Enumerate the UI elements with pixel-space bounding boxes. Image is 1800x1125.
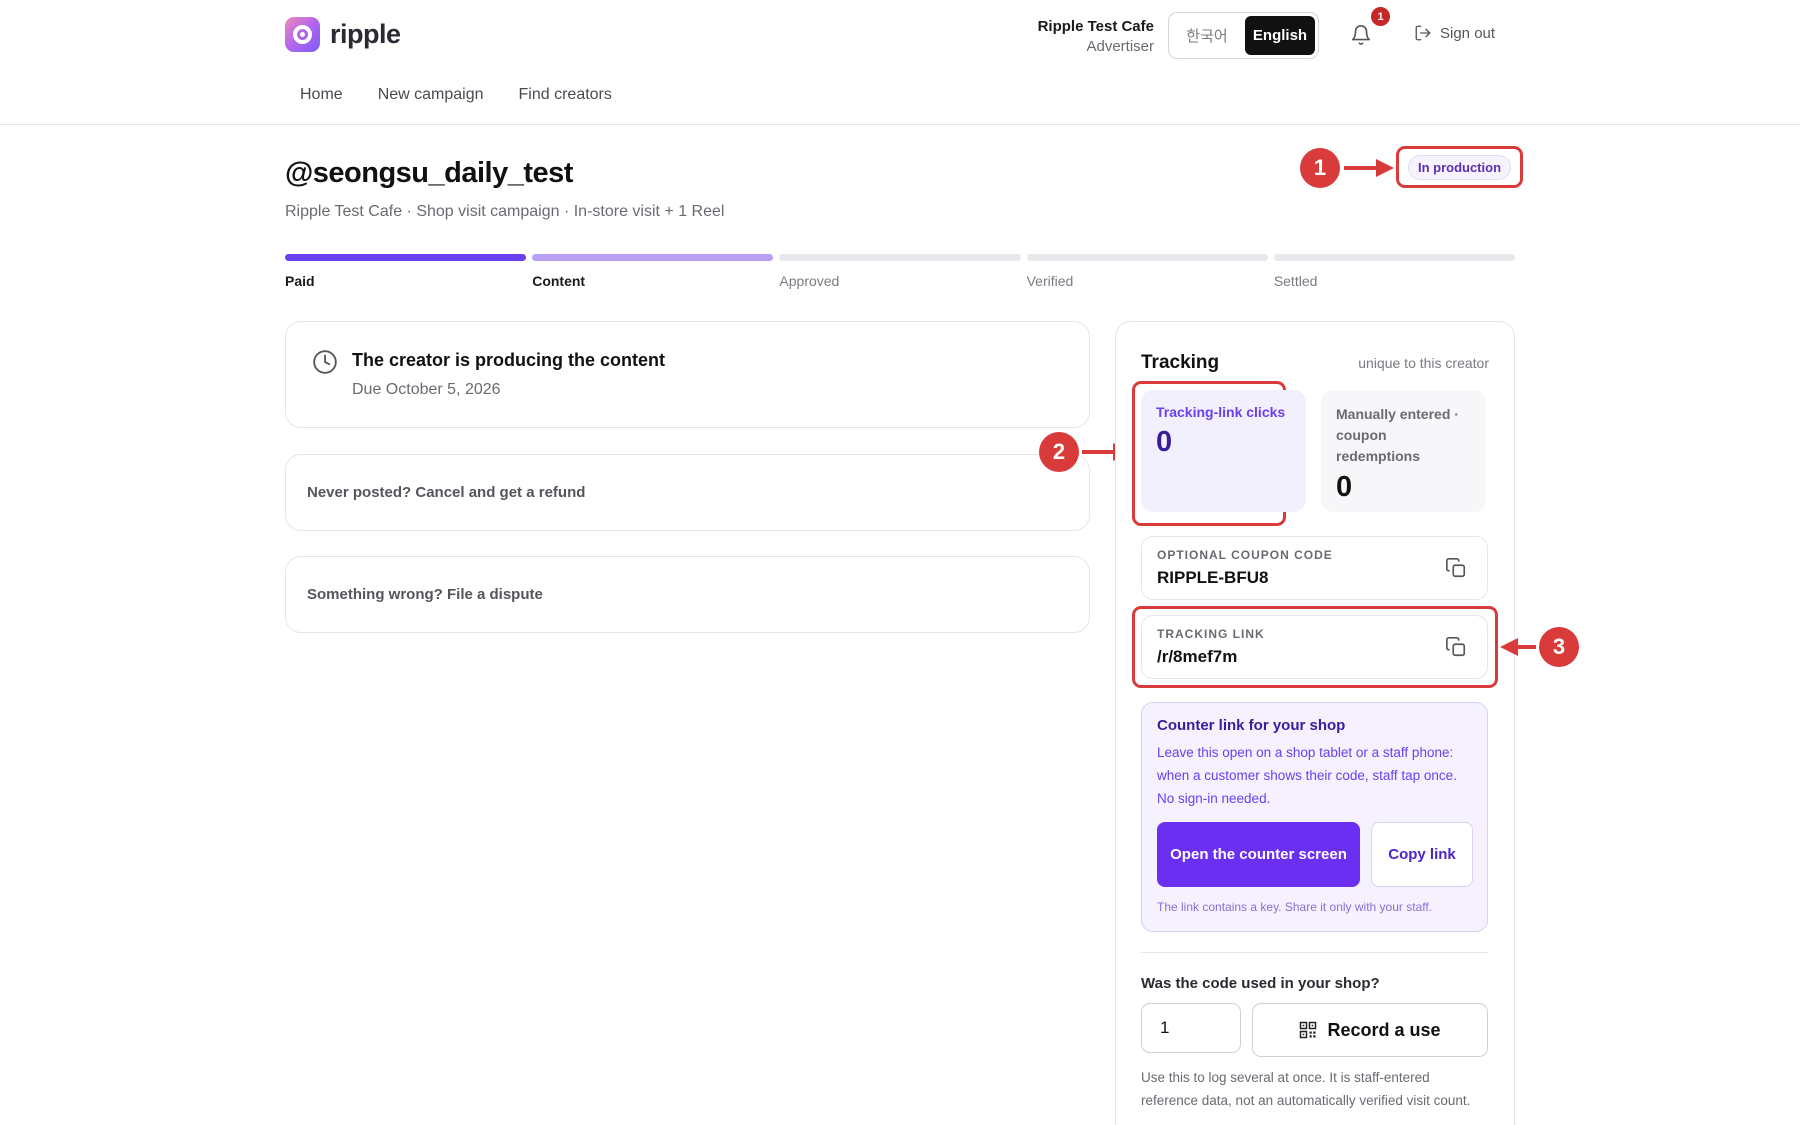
account-name: Ripple Test Cafe	[1037, 18, 1154, 35]
open-counter-screen-button[interactable]: Open the counter screen	[1157, 822, 1360, 887]
status-badge: In production	[1407, 154, 1512, 180]
main-nav: Home New campaign Find creators	[300, 86, 612, 104]
progress-step-verified: Verified	[1026, 254, 1268, 289]
nav-find-creators[interactable]: Find creators	[519, 86, 612, 104]
copy-link-button[interactable]: Copy link	[1371, 822, 1473, 887]
clicks-value: 0	[1156, 426, 1173, 458]
language-korean[interactable]: 한국어	[1172, 16, 1242, 55]
coupon-redemptions-label: Manually entered · coupon redemptions	[1336, 406, 1459, 464]
coupon-redemptions-value: 0	[1336, 471, 1353, 503]
tracking-panel: Tracking unique to this creator Tracking…	[1115, 321, 1515, 1125]
language-switcher: 한국어 English	[1168, 12, 1319, 59]
sign-out-button[interactable]: Sign out	[1414, 24, 1495, 42]
status-card-due: Due October 5, 2026	[352, 381, 501, 398]
notification-badge: 1	[1369, 5, 1392, 28]
ripple-logo-icon	[285, 17, 320, 52]
cancel-refund-card[interactable]: Never posted? Cancel and get a refund	[285, 454, 1090, 531]
sign-out-icon	[1415, 25, 1431, 41]
annotation-arrow-2	[1082, 443, 1131, 461]
clicks-label: Tracking-link clicks	[1156, 404, 1286, 420]
progress-label: Settled	[1273, 273, 1318, 289]
progress-bar	[285, 254, 527, 261]
page-title: @seongsu_daily_test	[285, 157, 573, 189]
progress-bar	[1026, 254, 1268, 261]
progress-label: Verified	[1026, 273, 1074, 289]
annotation-arrow-1	[1344, 159, 1394, 177]
copy-icon[interactable]	[1445, 557, 1467, 579]
progress-step-content: Content	[532, 254, 774, 289]
coupon-code-value: RIPPLE-BFU8	[1157, 568, 1269, 587]
status-card-title: The creator is producing the content	[352, 350, 666, 370]
counter-link-box: Counter link for your shop Leave this op…	[1141, 702, 1488, 932]
top-header: ripple Ripple Test Cafe Advertiser 한국어 E…	[0, 0, 1800, 125]
annotation-marker-3: 3	[1539, 627, 1579, 667]
ripple-logo[interactable]: ripple	[285, 17, 401, 52]
progress-label: Paid	[285, 273, 315, 289]
counter-buttons: Open the counter screen Copy link	[1157, 822, 1473, 887]
code-used-question: Was the code used in your shop?	[1141, 975, 1380, 992]
progress-step-paid: Paid	[285, 254, 527, 289]
account-role: Advertiser	[1086, 38, 1154, 55]
file-dispute-card[interactable]: Something wrong? File a dispute	[285, 556, 1090, 633]
usage-footnote: Use this to log several at once. It is s…	[1141, 1070, 1471, 1108]
coupon-code-label: OPTIONAL COUPON CODE	[1157, 548, 1333, 562]
annotation-arrow-3	[1500, 638, 1536, 656]
clock-icon	[313, 350, 337, 374]
counter-title: Counter link for your shop	[1157, 717, 1346, 734]
tracking-link-value: /r/8mef7m	[1157, 647, 1238, 666]
counter-note: The link contains a key. Share it only w…	[1157, 900, 1433, 914]
tracking-clicks-stat: Tracking-link clicks 0	[1141, 390, 1306, 512]
record-use-label: Record a use	[1327, 1019, 1441, 1040]
counter-description: Leave this open on a shop tablet or a st…	[1157, 745, 1457, 806]
tracking-link-label: TRACKING LINK	[1157, 627, 1265, 641]
progress-step-settled: Settled	[1273, 254, 1516, 289]
coupon-code-field: OPTIONAL COUPON CODE RIPPLE-BFU8	[1141, 536, 1488, 600]
record-use-button[interactable]: Record a use	[1252, 1003, 1488, 1057]
progress-bar	[1273, 254, 1516, 261]
campaign-progress: Paid Content Approved Verified Settled	[285, 254, 1516, 289]
copy-icon[interactable]	[1445, 636, 1467, 658]
annotation-marker-1: 1	[1300, 148, 1340, 188]
coupon-redemptions-stat: Manually entered · coupon redemptions 0	[1321, 390, 1486, 512]
progress-label: Approved	[779, 273, 840, 289]
tracking-link-field: TRACKING LINK /r/8mef7m	[1141, 615, 1488, 679]
divider	[1141, 952, 1488, 953]
progress-bar	[779, 254, 1021, 261]
progress-step-approved: Approved	[779, 254, 1021, 289]
nav-home[interactable]: Home	[300, 86, 343, 104]
account-info: Ripple Test Cafe Advertiser	[1038, 18, 1154, 55]
campaign-subtitle: Ripple Test Cafe · Shop visit campaign ·…	[285, 203, 725, 220]
tracking-title: Tracking	[1141, 352, 1220, 373]
progress-bar	[532, 254, 774, 261]
logo-text: ripple	[330, 19, 401, 49]
annotation-marker-2: 2	[1039, 432, 1079, 472]
sign-out-label: Sign out	[1440, 24, 1496, 42]
language-english[interactable]: English	[1245, 16, 1315, 55]
bell-icon[interactable]	[1350, 24, 1372, 46]
nav-new-campaign[interactable]: New campaign	[378, 86, 484, 104]
quantity-input[interactable]: 1	[1141, 1003, 1241, 1053]
tracking-subtitle: unique to this creator	[1358, 355, 1489, 371]
status-highlight: In production	[1396, 146, 1523, 188]
qr-code-icon	[1300, 1021, 1317, 1039]
status-card: The creator is producing the content Due…	[285, 321, 1090, 428]
progress-label: Content	[532, 273, 586, 289]
